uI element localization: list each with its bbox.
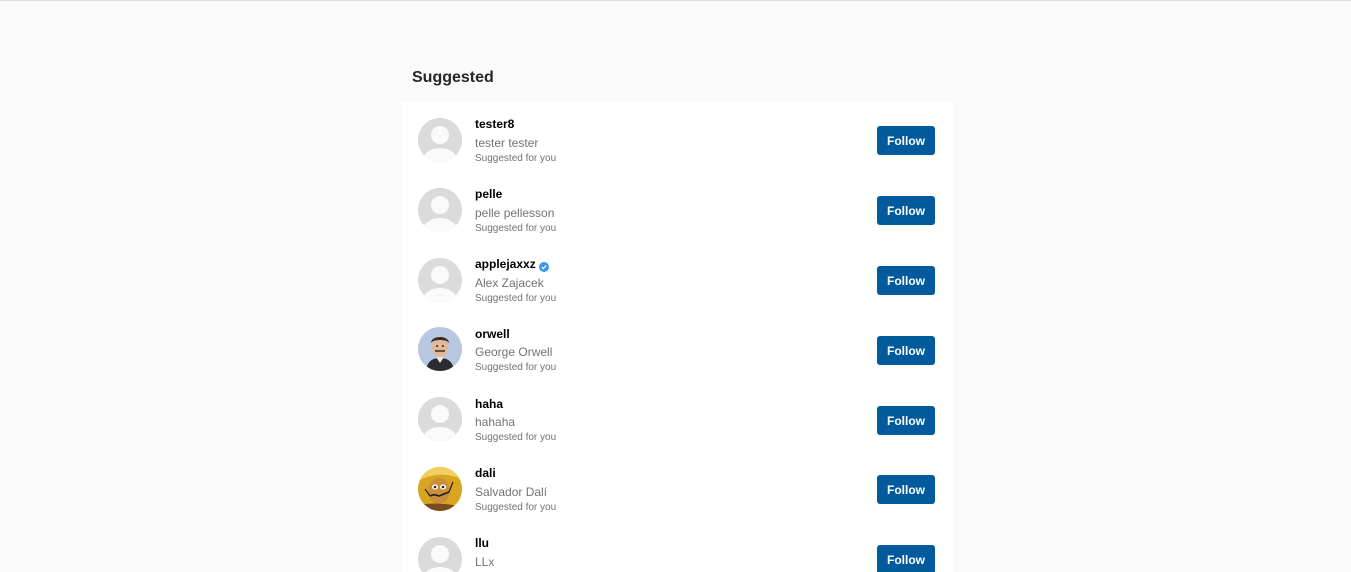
default-avatar-icon[interactable] [418, 537, 462, 572]
username-link[interactable]: pelle [475, 186, 502, 202]
user-info: llu LLx [475, 535, 855, 571]
full-name: Alex Zajacek [475, 276, 544, 290]
follow-button[interactable]: Follow [877, 406, 935, 435]
user-info: orwell George Orwell Suggested for you [475, 326, 855, 374]
suggestion-reason: Suggested for you [475, 223, 557, 234]
suggestion-row: tester8 tester tester Suggested for you … [402, 102, 953, 172]
top-divider [0, 0, 1351, 1]
username-link[interactable]: tester8 [475, 116, 514, 132]
suggestion-reason: Suggested for you [475, 502, 557, 513]
user-info: haha hahaha Suggested for you [475, 396, 855, 444]
suggestion-reason: Suggested for you [475, 293, 557, 304]
follow-button[interactable]: Follow [877, 475, 935, 504]
suggestion-row: haha hahaha Suggested for you Follow [402, 382, 953, 452]
suggestion-row: orwell George Orwell Suggested for you F… [402, 312, 953, 382]
suggestion-reason: Suggested for you [475, 362, 557, 373]
follow-button[interactable]: Follow [877, 336, 935, 365]
full-name: Salvador Dalí [475, 485, 548, 499]
section-title: Suggested [412, 69, 494, 86]
username-link[interactable]: haha [475, 396, 503, 412]
default-avatar-icon[interactable] [418, 397, 462, 441]
default-avatar-icon[interactable] [418, 118, 462, 162]
portrait-photo-icon[interactable] [418, 327, 462, 371]
full-name: LLx [475, 555, 495, 569]
full-name: hahaha [475, 415, 516, 429]
username-link[interactable]: dali [475, 465, 496, 481]
suggestion-row: dali Salvador Dalí Suggested for you Fol… [402, 451, 953, 521]
full-name: tester tester [475, 136, 539, 150]
suggestion-reason: Suggested for you [475, 153, 557, 164]
user-info: dali Salvador Dalí Suggested for you [475, 465, 855, 514]
full-name: pelle pellesson [475, 206, 555, 220]
user-info: pelle pelle pellesson Suggested for you [475, 186, 855, 235]
username-link[interactable]: applejaxxz [475, 256, 536, 272]
username-link[interactable]: orwell [475, 326, 510, 342]
suggestions-list: tester8 tester tester Suggested for you … [402, 102, 953, 572]
username-link[interactable]: llu [475, 535, 489, 551]
follow-button[interactable]: Follow [877, 126, 935, 155]
suggestion-row: llu LLx Follow [402, 521, 953, 572]
verified-badge-icon [538, 259, 549, 272]
user-info: applejaxxz Alex Zajacek Suggested for yo… [475, 256, 855, 305]
user-info: tester8 tester tester Suggested for you [475, 116, 855, 165]
follow-button[interactable]: Follow [877, 266, 935, 295]
suggestion-row: applejaxxz Alex Zajacek Suggested for yo… [402, 242, 953, 312]
suggestion-row: pelle pelle pellesson Suggested for you … [402, 172, 953, 242]
follow-button[interactable]: Follow [877, 196, 935, 225]
painting-photo-icon[interactable] [418, 467, 462, 511]
default-avatar-icon[interactable] [418, 188, 462, 232]
default-avatar-icon[interactable] [418, 258, 462, 302]
full-name: George Orwell [475, 345, 553, 359]
follow-button[interactable]: Follow [877, 545, 935, 572]
suggestion-reason: Suggested for you [475, 432, 557, 443]
